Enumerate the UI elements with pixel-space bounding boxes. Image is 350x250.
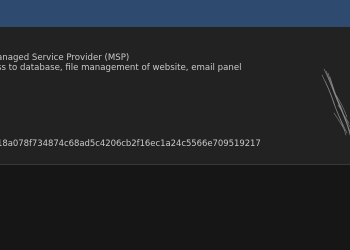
listing-description: ss to database, file management of websi… — [0, 63, 242, 73]
listing-category: anaged Service Provider (MSP) — [0, 53, 130, 63]
top-bar — [0, 0, 350, 27]
listing-hash: 18a078f734874c68ad5c4206cb2f16ec1a24c556… — [0, 139, 261, 149]
empty-area — [0, 165, 350, 250]
bird-sketch-icon — [321, 68, 350, 136]
listing-card: anaged Service Provider (MSP) ss to data… — [0, 27, 350, 165]
page: anaged Service Provider (MSP) ss to data… — [0, 0, 350, 250]
